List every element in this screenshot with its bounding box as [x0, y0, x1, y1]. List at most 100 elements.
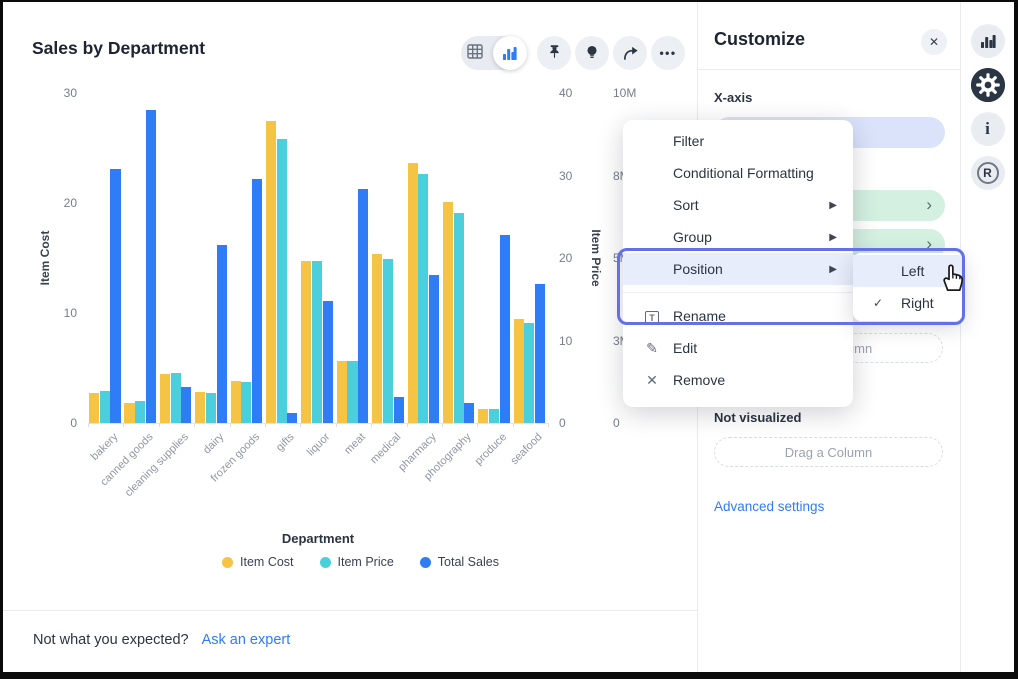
bar-item-price-cleaning-supplies[interactable] — [171, 373, 181, 423]
footer-bar: Not what you expected? Ask an expert — [3, 610, 697, 669]
bar-total-sales-meat[interactable] — [358, 189, 368, 423]
chevron-right-icon[interactable]: › — [926, 195, 932, 215]
bar-item-cost-liquor[interactable] — [301, 261, 311, 423]
bar-total-sales-pharmacy[interactable] — [429, 275, 439, 424]
rail-chart-button[interactable] — [971, 24, 1005, 58]
menu-item-group[interactable]: Group▶ — [623, 221, 853, 253]
rail-info-button[interactable]: i — [971, 112, 1005, 146]
bar-total-sales-liquor[interactable] — [323, 301, 333, 423]
x-category-label[interactable]: medical — [368, 431, 403, 466]
bar-total-sales-photography[interactable] — [464, 403, 474, 423]
menu-item-edit[interactable]: ✎Edit — [623, 332, 853, 364]
bar-item-cost-gifts[interactable] — [266, 121, 276, 424]
menu-item-remove[interactable]: ✕Remove — [623, 364, 853, 396]
drag-column-dropzone[interactable]: Drag a Column — [714, 437, 943, 467]
axis-tick-label: 40 — [559, 85, 599, 101]
bar-item-cost-meat[interactable] — [337, 361, 347, 423]
bar-total-sales-bakery[interactable] — [110, 169, 120, 423]
x-axis-title: Department — [88, 531, 548, 546]
menu-item-filter[interactable]: Filter — [623, 125, 853, 157]
bar-item-cost-dairy[interactable] — [195, 392, 205, 423]
x-category-label[interactable]: produce — [473, 431, 510, 468]
bar-item-price-seafood[interactable] — [524, 323, 534, 423]
chart-title: Sales by Department — [32, 38, 205, 59]
pin-button[interactable] — [537, 36, 571, 70]
x-axis-tick — [371, 423, 372, 427]
table-icon[interactable] — [467, 44, 483, 64]
x-category-label[interactable]: seafood — [509, 431, 545, 467]
advanced-settings-link[interactable]: Advanced settings — [714, 499, 824, 514]
bar-item-price-medical[interactable] — [383, 259, 393, 423]
x-axis-tick — [159, 423, 160, 427]
more-button[interactable]: ••• — [651, 36, 685, 70]
bar-total-sales-seafood[interactable] — [535, 284, 545, 423]
submenu-item-right[interactable]: ✓Right — [853, 287, 963, 319]
drag-column-placeholder: Drag a Column — [785, 445, 872, 460]
x-category-label[interactable]: bakery — [88, 431, 120, 463]
x-category-label[interactable]: gifts — [274, 431, 297, 454]
share-button[interactable] — [613, 36, 647, 70]
x-icon: ✕ — [643, 372, 661, 389]
submenu-item-label: Left — [901, 263, 924, 279]
insights-button[interactable] — [575, 36, 609, 70]
pencil-icon: ✎ — [643, 340, 661, 357]
x-axis-section-label: X-axis — [714, 90, 752, 105]
chevron-right-icon[interactable]: › — [926, 234, 932, 254]
bar-item-cost-pharmacy[interactable] — [408, 163, 418, 423]
rail-r-button[interactable]: R — [971, 156, 1005, 190]
check-icon: ✓ — [873, 296, 883, 310]
right-axis-title: Item Price — [589, 229, 603, 286]
ask-expert-link[interactable]: Ask an expert — [202, 632, 291, 648]
footer-question: Not what you expected? — [33, 632, 189, 648]
bar-total-sales-cleaning-supplies[interactable] — [181, 387, 191, 423]
bar-item-price-bakery[interactable] — [100, 391, 110, 423]
info-icon: i — [985, 119, 990, 139]
bar-total-sales-frozen-goods[interactable] — [252, 179, 262, 423]
bar-item-cost-bakery[interactable] — [89, 393, 99, 423]
axis-tick-label: 10 — [43, 305, 77, 321]
bar-item-cost-frozen-goods[interactable] — [231, 381, 241, 423]
bar-item-cost-seafood[interactable] — [514, 319, 524, 424]
close-button[interactable]: ✕ — [921, 29, 947, 55]
bar-item-price-photography[interactable] — [454, 213, 464, 423]
legend-item[interactable]: Item Cost — [222, 555, 294, 569]
legend-item[interactable]: Total Sales — [420, 555, 499, 569]
bar-total-sales-canned-goods[interactable] — [146, 110, 156, 424]
menu-item-rename[interactable]: TRename — [623, 300, 853, 332]
bar-item-price-pharmacy[interactable] — [418, 174, 428, 423]
bar-item-cost-cleaning-supplies[interactable] — [160, 374, 170, 424]
chart-legend: Item Cost Item Price Total Sales — [88, 555, 633, 569]
bar-total-sales-dairy[interactable] — [217, 245, 227, 423]
bar-item-price-canned-goods[interactable] — [135, 401, 145, 423]
bar-item-cost-canned-goods[interactable] — [124, 403, 134, 423]
bar-item-cost-medical[interactable] — [372, 254, 382, 423]
bar-chart-icon[interactable] — [493, 36, 527, 70]
bar-item-cost-produce[interactable] — [478, 409, 488, 423]
x-axis-tick — [477, 423, 478, 427]
rail-settings-button[interactable] — [971, 68, 1005, 102]
x-category-label[interactable]: liquor — [305, 431, 333, 459]
bar-total-sales-medical[interactable] — [394, 397, 404, 423]
x-category-label[interactable]: cleaning supplies — [123, 431, 191, 499]
bar-item-price-frozen-goods[interactable] — [241, 382, 251, 423]
menu-item-conditional-formatting[interactable]: Conditional Formatting — [623, 157, 853, 189]
bar-item-price-dairy[interactable] — [206, 393, 216, 423]
menu-item-position[interactable]: Position▶ — [623, 253, 853, 285]
view-toggle[interactable] — [461, 36, 527, 70]
bar-item-cost-photography[interactable] — [443, 202, 453, 423]
bar-total-sales-gifts[interactable] — [287, 413, 297, 423]
bar-total-sales-produce[interactable] — [500, 235, 510, 423]
x-category-label[interactable]: meat — [342, 431, 368, 457]
menu-item-sort[interactable]: Sort▶ — [623, 189, 853, 221]
x-category-label[interactable]: dairy — [201, 431, 226, 456]
bar-item-price-meat[interactable] — [347, 361, 357, 423]
bar-item-price-gifts[interactable] — [277, 139, 287, 423]
bar-item-price-produce[interactable] — [489, 409, 499, 423]
bar-item-price-liquor[interactable] — [312, 261, 322, 423]
x-axis-tick — [88, 423, 89, 427]
submenu-item-left[interactable]: Left — [853, 255, 963, 287]
x-axis-line — [88, 423, 548, 424]
chart-card: Sales by Department — [3, 2, 697, 669]
left-axis-title: Item Cost — [38, 231, 52, 286]
legend-item[interactable]: Item Price — [320, 555, 394, 569]
